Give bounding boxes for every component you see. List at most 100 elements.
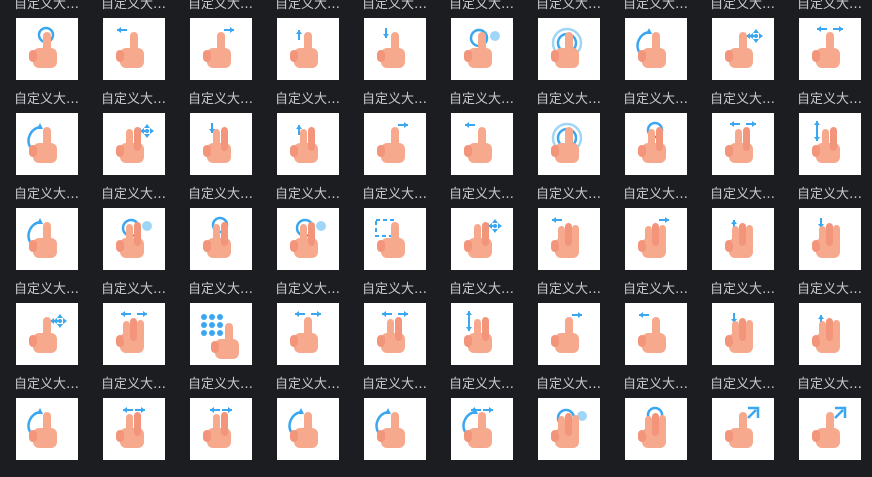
- icon-grid-item[interactable]: 自定义大…: [87, 282, 174, 380]
- pinch-out-gesture-icon[interactable]: [103, 398, 165, 460]
- rotate-left-gesture-icon[interactable]: [16, 113, 78, 175]
- icon-grid-item[interactable]: 自定义大…: [522, 377, 609, 475]
- icon-grid-item[interactable]: 自定义大…: [348, 0, 435, 95]
- two-finger-swipe-vertical-gesture-icon[interactable]: [799, 113, 861, 175]
- three-finger-swipe-up-gesture-icon[interactable]: [712, 208, 774, 270]
- flick-right-gesture-icon[interactable]: [364, 113, 426, 175]
- icon-grid-item[interactable]: 自定义大…: [87, 377, 174, 475]
- tap-move-gesture-icon[interactable]: [16, 303, 78, 365]
- icon-grid-item[interactable]: 自定义大…: [435, 0, 522, 95]
- icon-grid-item[interactable]: 自定义大…: [0, 92, 87, 190]
- rotate-gesture-icon[interactable]: [625, 18, 687, 80]
- two-finger-swipe-vertical-gesture-icon[interactable]: [451, 303, 513, 365]
- three-finger-swipe-left-gesture-icon[interactable]: [538, 208, 600, 270]
- two-finger-swipe-down-gesture-icon[interactable]: [190, 113, 252, 175]
- tap-gesture-icon[interactable]: [16, 18, 78, 80]
- pinch-in-gesture-icon[interactable]: [190, 398, 252, 460]
- icon-grid-item[interactable]: 自定义大…: [696, 92, 783, 190]
- icon-grid-item[interactable]: 自定义大…: [174, 0, 261, 95]
- swipe-right-gesture-icon[interactable]: [190, 18, 252, 80]
- icon-grid-item[interactable]: 自定义大…: [348, 282, 435, 380]
- icon-grid-item[interactable]: 自定义大…: [435, 282, 522, 380]
- two-finger-swipe-up-gesture-icon[interactable]: [277, 113, 339, 175]
- spread-horizontal-gesture-icon[interactable]: [277, 303, 339, 365]
- three-finger-swipe-up-gesture-icon[interactable]: [799, 303, 861, 365]
- icon-grid-item[interactable]: 自定义大…: [522, 0, 609, 95]
- two-finger-tap-gesture-icon[interactable]: [190, 208, 252, 270]
- three-finger-swipe-down-gesture-icon[interactable]: [712, 303, 774, 365]
- icon-grid-item[interactable]: 自定义大…: [696, 377, 783, 475]
- icon-grid-item[interactable]: 自定义大…: [348, 187, 435, 285]
- icon-grid-item[interactable]: 自定义大…: [174, 187, 261, 285]
- icon-grid-item[interactable]: 自定义大…: [783, 0, 870, 95]
- icon-grid-item[interactable]: 自定义大…: [174, 92, 261, 190]
- rotate-right-gesture-icon[interactable]: [16, 208, 78, 270]
- icon-grid-item[interactable]: 自定义大…: [522, 187, 609, 285]
- icon-grid-item[interactable]: 自定义大…: [783, 377, 870, 475]
- icon-grid-item[interactable]: 自定义大…: [261, 92, 348, 190]
- icon-grid-item[interactable]: 自定义大…: [435, 92, 522, 190]
- rotate-gesture-icon[interactable]: [16, 398, 78, 460]
- icon-grid-item[interactable]: 自定义大…: [522, 92, 609, 190]
- icon-grid-item[interactable]: 自定义大…: [87, 0, 174, 95]
- select-area-gesture-icon[interactable]: [364, 208, 426, 270]
- icon-grid-item[interactable]: 自定义大…: [783, 187, 870, 285]
- three-finger-spread-gesture-icon[interactable]: [103, 303, 165, 365]
- two-finger-swipe-horizontal-gesture-icon[interactable]: [712, 113, 774, 175]
- three-finger-tap-gesture-icon[interactable]: [625, 398, 687, 460]
- swipe-left-gesture-icon[interactable]: [625, 303, 687, 365]
- icon-grid-item[interactable]: 自定义大…: [174, 282, 261, 380]
- icon-grid-item[interactable]: 自定义大…: [435, 187, 522, 285]
- icon-grid-item[interactable]: 自定义大…: [261, 0, 348, 95]
- dial-pad-gesture-icon[interactable]: [190, 303, 252, 365]
- rotate-left-gesture-icon[interactable]: [364, 398, 426, 460]
- double-tap-gesture-icon[interactable]: [538, 18, 600, 80]
- drag-move-gesture-icon[interactable]: [712, 18, 774, 80]
- icon-grid-item[interactable]: 自定义大…: [87, 187, 174, 285]
- icon-grid-item[interactable]: 自定义大…: [0, 0, 87, 95]
- swipe-left-gesture-icon[interactable]: [103, 18, 165, 80]
- icon-grid-item[interactable]: 自定义大…: [609, 377, 696, 475]
- three-finger-swipe-right-gesture-icon[interactable]: [625, 208, 687, 270]
- swipe-up-gesture-icon[interactable]: [277, 18, 339, 80]
- icon-grid-item[interactable]: 自定义大…: [348, 92, 435, 190]
- three-finger-hold-gesture-icon[interactable]: [538, 398, 600, 460]
- rotate-right-gesture-icon[interactable]: [277, 398, 339, 460]
- tap-hold-gesture-icon[interactable]: [451, 18, 513, 80]
- icon-grid-item[interactable]: 自定义大…: [696, 282, 783, 380]
- icon-grid-item[interactable]: 自定义大…: [0, 187, 87, 285]
- swipe-down-gesture-icon[interactable]: [364, 18, 426, 80]
- zoom-in-gesture-icon[interactable]: [799, 398, 861, 460]
- icon-grid-item[interactable]: 自定义大…: [696, 187, 783, 285]
- two-hand-rotate-gesture-icon[interactable]: [451, 398, 513, 460]
- icon-grid-item[interactable]: 自定义大…: [609, 187, 696, 285]
- two-finger-hold-gesture-icon[interactable]: [103, 208, 165, 270]
- icon-grid-item[interactable]: 自定义大…: [783, 282, 870, 380]
- icon-grid-item[interactable]: 自定义大…: [174, 377, 261, 475]
- flick-left-gesture-icon[interactable]: [451, 113, 513, 175]
- three-finger-swipe-down-gesture-icon[interactable]: [799, 208, 861, 270]
- double-tap-gesture-icon[interactable]: [538, 113, 600, 175]
- swipe-right-gesture-icon[interactable]: [538, 303, 600, 365]
- icon-grid-item[interactable]: 自定义大…: [261, 187, 348, 285]
- icon-grid-item[interactable]: 自定义大…: [783, 92, 870, 190]
- icon-grid-item[interactable]: 自定义大…: [609, 0, 696, 95]
- icon-grid-item[interactable]: 自定义大…: [609, 282, 696, 380]
- two-finger-swipe-horizontal-gesture-icon[interactable]: [364, 303, 426, 365]
- icon-grid-item[interactable]: 自定义大…: [0, 282, 87, 380]
- icon-grid-item[interactable]: 自定义大…: [522, 282, 609, 380]
- icon-grid-item[interactable]: 自定义大…: [348, 377, 435, 475]
- icon-grid-item[interactable]: 自定义大…: [87, 92, 174, 190]
- two-finger-move-gesture-icon[interactable]: [103, 113, 165, 175]
- spread-horizontal-gesture-icon[interactable]: [799, 18, 861, 80]
- icon-grid-item[interactable]: 自定义大…: [696, 0, 783, 95]
- icon-grid-item[interactable]: 自定义大…: [435, 377, 522, 475]
- zoom-out-gesture-icon[interactable]: [712, 398, 774, 460]
- two-finger-hold-gesture-icon[interactable]: [277, 208, 339, 270]
- icon-grid-item[interactable]: 自定义大…: [0, 377, 87, 475]
- two-finger-tap-gesture-icon[interactable]: [625, 113, 687, 175]
- icon-grid-item[interactable]: 自定义大…: [261, 377, 348, 475]
- icon-grid-item[interactable]: 自定义大…: [261, 282, 348, 380]
- icon-grid-item[interactable]: 自定义大…: [609, 92, 696, 190]
- two-finger-move-gesture-icon[interactable]: [451, 208, 513, 270]
